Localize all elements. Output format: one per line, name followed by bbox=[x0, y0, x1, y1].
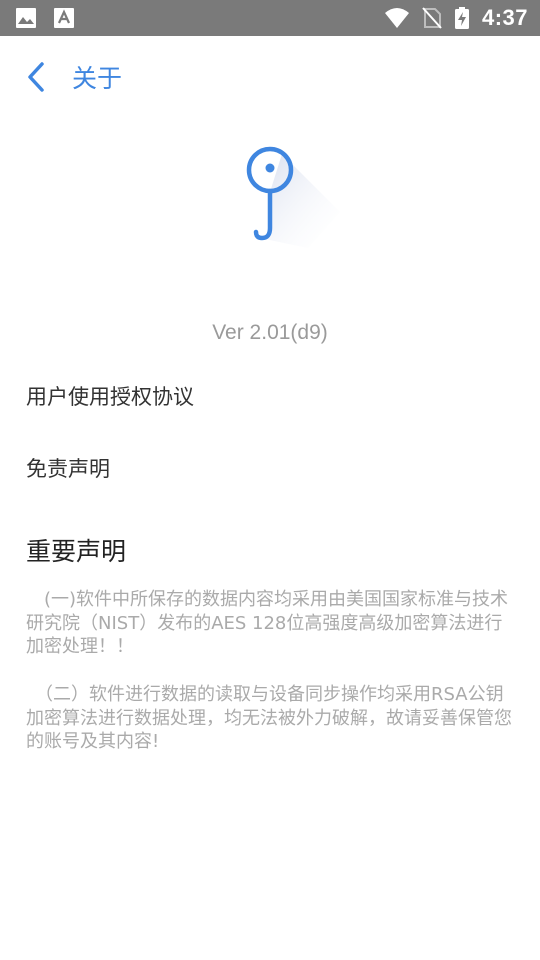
important-notice-heading: 重要声明 bbox=[26, 537, 127, 566]
battery-charging-icon bbox=[454, 6, 470, 30]
notice-paragraph: （二）软件进行数据的读取与设备同步操作均采用RSA公钥加密算法进行数据处理，均无… bbox=[26, 684, 512, 752]
status-bar: 4:37 bbox=[0, 0, 540, 36]
back-button[interactable] bbox=[20, 60, 54, 94]
no-sim-icon bbox=[422, 6, 442, 30]
system-icons: 4:37 bbox=[384, 0, 528, 36]
notification-icons bbox=[14, 6, 76, 30]
version-label: Ver 2.01(d9) bbox=[212, 321, 328, 344]
app-bar: 关于 bbox=[0, 36, 540, 120]
text-a-icon bbox=[52, 6, 76, 30]
notice-paragraph: (一)软件中所保存的数据内容均采用由美国国家标准与技术研究院（NIST）发布的A… bbox=[26, 589, 509, 657]
image-icon bbox=[14, 6, 38, 30]
license-agreement-item[interactable]: 用户使用授权协议 bbox=[26, 375, 516, 419]
page-title: 关于 bbox=[72, 64, 123, 93]
wifi-icon bbox=[384, 6, 410, 30]
key-icon bbox=[246, 146, 340, 248]
clock: 4:37 bbox=[481, 5, 528, 30]
chevron-left-icon bbox=[28, 62, 44, 92]
app-logo bbox=[210, 130, 350, 280]
disclaimer-item[interactable]: 免责声明 bbox=[26, 447, 516, 491]
